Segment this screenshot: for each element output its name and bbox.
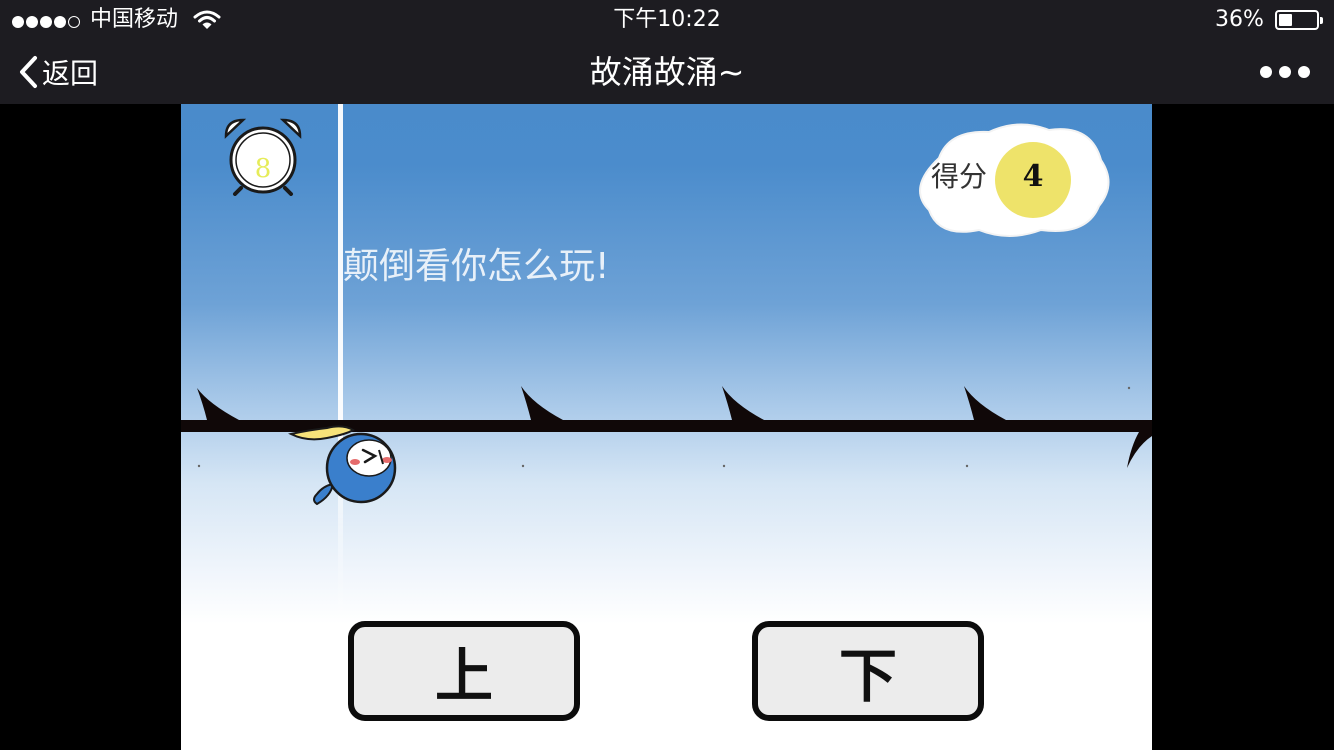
score-label: 得分 [931,160,988,193]
down-button[interactable]: 下 [752,621,984,721]
up-button[interactable]: 上 [348,621,580,721]
battery-percentage: 36% [1215,7,1264,32]
more-menu-button[interactable] [1260,62,1310,82]
up-button-label: 上 [434,642,493,710]
clock: 下午10:22 [613,7,721,32]
score-value: 4 [1022,159,1044,194]
bird-character [288,425,397,506]
down-button-label: 下 [838,642,897,710]
page-title: 故涌故涌~ [589,53,745,91]
status-bar: 中国移动 下午10:22 36% [0,0,1334,40]
hint-text: 颠倒看你怎么玩! [343,246,610,287]
game-canvas[interactable]: 8 得分 4 颠倒看你怎么玩! 上 下 [181,104,1152,750]
timer-value: 8 [254,154,272,184]
battery-icon [1275,10,1323,30]
ellipsis-icon [1260,66,1272,78]
navigation-bar: 返回 故涌故涌~ [0,40,1334,104]
